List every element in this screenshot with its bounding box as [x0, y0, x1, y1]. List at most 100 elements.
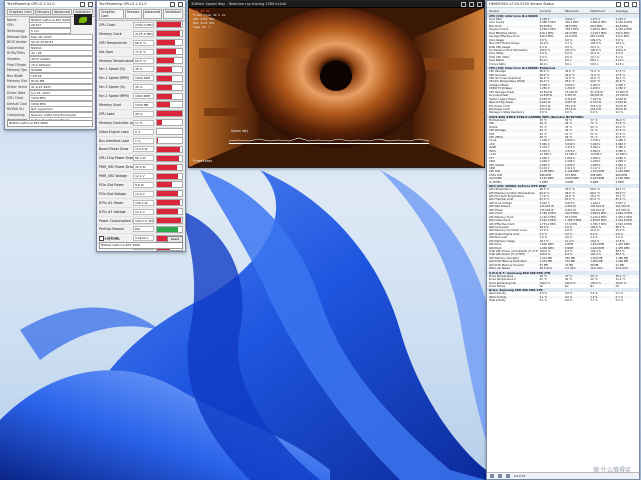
sensor-value: 12.1 V [133, 173, 154, 180]
sensor-graph-fill [157, 182, 172, 188]
tab[interactable]: Sensors [34, 9, 52, 15]
sensor-row: Bus Interface Load 1 % [97, 137, 185, 146]
maximize-icon[interactable] [624, 1, 629, 7]
sensor-reading: 0 RPM [615, 180, 624, 184]
minimize-icon[interactable] [80, 1, 85, 7]
sensor-value: 64.0 °C [133, 57, 154, 64]
sensor-graph [156, 154, 183, 162]
close-icon[interactable] [477, 1, 482, 7]
close-icon[interactable] [632, 1, 637, 7]
sensor-value: 12.1 V [133, 208, 154, 215]
sensor-graph-fill [157, 93, 172, 99]
sensor-graph [156, 208, 183, 216]
sensor-row[interactable]: Total Activity 0.1 % 0.0 % 3.7 % 0.2 % [487, 299, 639, 302]
field-label: Name [7, 17, 17, 22]
close-icon[interactable] [178, 1, 183, 7]
sensor-graph-fill [157, 102, 170, 108]
minimize-icon[interactable] [616, 1, 621, 7]
bench-titlebar[interactable]: 3DMark Speed Way - Realtime ray tracing … [189, 1, 484, 8]
reset-button[interactable]: Reset [167, 236, 183, 243]
sensor-value: 66.0 °C [133, 39, 154, 46]
sensor-graph-fill [157, 146, 180, 152]
field-label: Default Clock [7, 101, 27, 106]
close-icon[interactable] [88, 1, 93, 7]
sensor-value: 115.0 W [133, 146, 154, 153]
field-label: BIOS Version [7, 40, 27, 45]
sensors-titlebar[interactable]: TechPowerUp GPU-Z 2.51.0 [97, 1, 185, 8]
sensor-name: Fan 1 Speed (%) [99, 67, 126, 72]
sensor-name: Fan 2 Speed (RPM) [99, 94, 129, 99]
field-label: Memory Size [7, 79, 27, 84]
sensor-reading: 3.7 % [590, 299, 598, 303]
tab[interactable]: Sensors [124, 9, 142, 19]
column-header[interactable]: Sensor [487, 9, 538, 13]
sensors-tabs: Graphics Card Sensors Advanced Validation [97, 8, 185, 21]
sensor-name: Total Activity [489, 299, 506, 303]
column-header[interactable]: Average [614, 9, 639, 13]
sensor-value: 1 % [133, 137, 154, 144]
sensor-graph [156, 92, 183, 100]
sensors-device-select[interactable]: NVIDIA GeForce RTX 4060 [99, 242, 183, 249]
sensor-reading: 14.6 GT/s [615, 267, 628, 271]
tab[interactable]: Validation [163, 9, 183, 19]
gpuz-window: TechPowerUp GPU-Z 2.51.0 Graphics Card Se… [4, 0, 96, 130]
tab[interactable]: Advanced [142, 9, 163, 19]
sensor-row: 8-Pin #1 Voltage 12.1 V [97, 208, 185, 217]
hwinfo-title: HWiNFO64 v7.50-5150 Sensor Status [489, 2, 555, 6]
sensor-reading: 44.8 x [615, 62, 624, 66]
hwinfo-sensor-table[interactable]: CPU [#0]: Intel Core i9-13900K Core VIDs 1… [487, 14, 639, 303]
sensor-name: PCIe Slot Voltage [99, 191, 127, 196]
sensor-name: PWR_SRC Power Draw [99, 165, 133, 170]
field-label: Bus Width [7, 73, 24, 78]
sensor-name: 8-Pin #1 Power [99, 200, 124, 205]
sensor-graph-fill [157, 31, 180, 37]
benchmark-label: Speed Way [231, 129, 249, 133]
sensor-graph-fill [157, 226, 179, 232]
tab[interactable]: Graphics Card [7, 9, 34, 15]
hwinfo-titlebar[interactable]: HWiNFO64 v7.50-5150 Sensor Status [487, 1, 639, 8]
minimize-icon[interactable] [170, 1, 175, 7]
sensor-graph [156, 145, 183, 153]
gpuz-fields: Name NVIDIA GeForce RTX 4060 GPU AD107 Techn… [5, 16, 95, 124]
sensor-name: Memory Temperature [99, 58, 133, 63]
sensor-name: Memory Clock [99, 31, 122, 36]
tab[interactable]: Graphics Card [99, 9, 124, 19]
field-label: Technology [7, 28, 25, 33]
sensor-reading: 0.1 % [539, 299, 547, 303]
maximize-icon[interactable] [469, 1, 474, 7]
sensor-graph-fill [157, 138, 158, 144]
sensor-graph [156, 119, 183, 127]
sensor-reading: No [590, 284, 594, 288]
sensor-value: 2760.0 MHz [133, 21, 154, 28]
column-header[interactable]: Minimum [563, 9, 588, 13]
field-label: Release Date [7, 34, 27, 39]
sensor-row: GPU Temperature 66.0 °C [97, 39, 185, 48]
column-header[interactable]: Current [538, 9, 563, 13]
tab[interactable]: Advanced [52, 9, 72, 15]
sensor-graph-fill [157, 66, 172, 72]
gpuz-titlebar[interactable]: TechPowerUp GPU-Z 2.51.0 [5, 1, 95, 8]
settings-icon[interactable] [490, 474, 494, 478]
sensor-value: 12.0 V [133, 190, 154, 197]
sensor-row: Fan 1 Speed (RPM) 1600 RPM [97, 74, 185, 84]
sensor-graph-fill [157, 200, 180, 206]
field-label: Memory Type [7, 68, 27, 73]
sensor-row: 8-Pin #1 Power 106.2 W [97, 199, 185, 208]
field-label: GPU Clock [7, 96, 24, 101]
reset-icon[interactable] [506, 474, 510, 478]
sensor-name: Video Engine Load [99, 129, 129, 134]
sensor-graph-fill [157, 191, 179, 197]
sensor-graph [156, 39, 183, 47]
sensor-value: 1600 RPM [133, 93, 154, 100]
layout-icon[interactable] [498, 474, 502, 478]
sensor-name: GPU Chip Power Draw [99, 156, 133, 161]
minimize-icon[interactable] [461, 1, 466, 7]
bench-title: 3DMark Speed Way - Realtime ray tracing … [191, 2, 287, 6]
field-label: Subvendor [7, 45, 25, 50]
sensor-row: Board Power Draw 115.0 W [97, 145, 185, 155]
gpuz-device-select[interactable]: NVIDIA GeForce RTX 4060 [7, 120, 93, 127]
sensor-row: Video Engine Load 0 % [97, 128, 185, 137]
sensor-value: Pwr [133, 226, 154, 233]
sensor-reading: 0.0 % [564, 299, 573, 303]
column-header[interactable]: Maximum [588, 9, 613, 13]
